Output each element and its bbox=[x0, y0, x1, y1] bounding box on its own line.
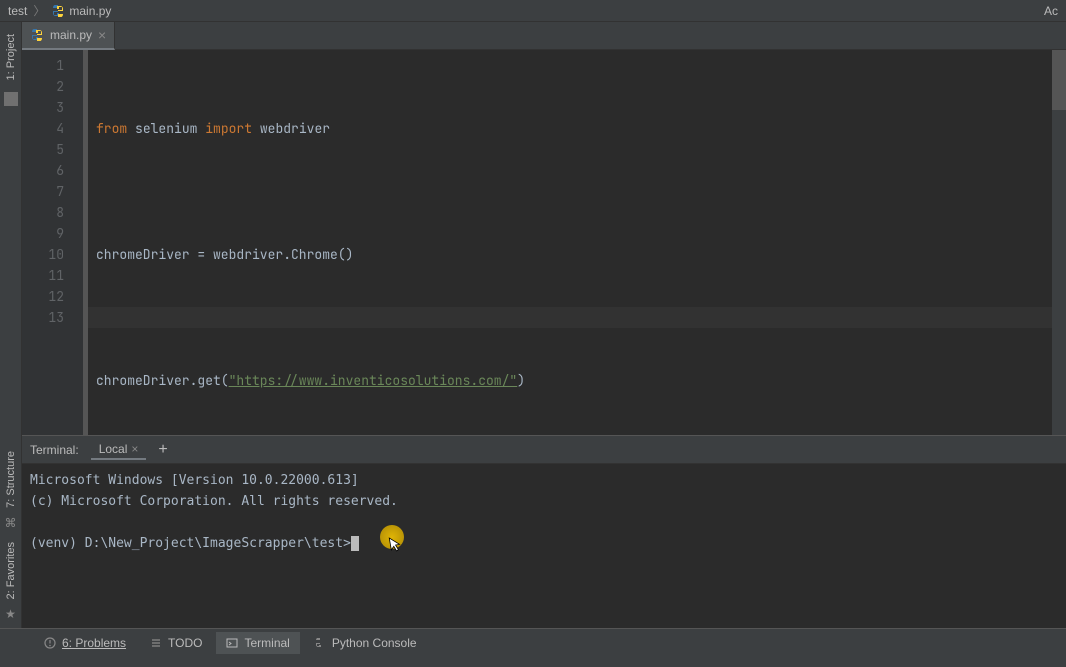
line-number: 1 bbox=[22, 55, 64, 76]
terminal-blank-line bbox=[30, 512, 1058, 533]
terminal-pane: Terminal: Local × + Microsoft Windows [V… bbox=[22, 435, 1066, 628]
line-number: 5 bbox=[22, 139, 64, 160]
terminal-tab-local[interactable]: Local × bbox=[91, 440, 147, 460]
status-todo-label: TODO bbox=[168, 636, 202, 650]
code-line bbox=[96, 433, 1052, 435]
editor-area: main.py × 1 2 3 4 5 6 7 8 9 10 11 12 13 bbox=[22, 22, 1066, 435]
terminal-cursor bbox=[351, 536, 359, 551]
status-terminal[interactable]: Terminal bbox=[216, 632, 299, 654]
terminal-body[interactable]: Microsoft Windows [Version 10.0.22000.61… bbox=[22, 464, 1066, 628]
sidebar-project-tab[interactable]: 1: Project bbox=[5, 34, 17, 80]
folder-icon bbox=[4, 92, 18, 106]
breadcrumb: test 〉 main.py Ac bbox=[0, 0, 1066, 22]
status-problems[interactable]: 6: Problems bbox=[34, 632, 136, 654]
line-number: 4 bbox=[22, 118, 64, 139]
line-number: 8 bbox=[22, 202, 64, 223]
breadcrumb-file[interactable]: main.py bbox=[51, 4, 111, 18]
tab-filename: main.py bbox=[50, 28, 92, 42]
editor-tabs: main.py × bbox=[22, 22, 1066, 50]
status-python-console[interactable]: Python Console bbox=[304, 632, 427, 654]
terminal-tab-label: Local bbox=[99, 442, 128, 456]
line-number: 9 bbox=[22, 223, 64, 244]
line-number-gutter: 1 2 3 4 5 6 7 8 9 10 11 12 13 bbox=[22, 50, 72, 435]
line-number: 7 bbox=[22, 181, 64, 202]
close-icon[interactable]: × bbox=[131, 442, 138, 456]
sidebar-structure-tab[interactable]: 7: Structure bbox=[5, 451, 17, 508]
code-area[interactable]: 1 2 3 4 5 6 7 8 9 10 11 12 13 from selen… bbox=[22, 50, 1066, 435]
terminal-header: Terminal: Local × + bbox=[22, 436, 1066, 464]
breadcrumb-root[interactable]: test bbox=[8, 4, 27, 18]
terminal-output-line: (c) Microsoft Corporation. All rights re… bbox=[30, 491, 1058, 512]
left-sidebar: 1: Project bbox=[0, 22, 22, 435]
status-bar: 6: Problems TODO Terminal Python Console bbox=[0, 628, 1066, 656]
terminal-prompt-line: (venv) D:\New_Project\ImageScrapper\test… bbox=[30, 533, 1058, 554]
line-number: 12 bbox=[22, 286, 64, 307]
line-number: 10 bbox=[22, 244, 64, 265]
status-python-console-label: Python Console bbox=[332, 636, 417, 650]
line-number: 11 bbox=[22, 265, 64, 286]
sidebar-favorites-tab[interactable]: 2: Favorites bbox=[5, 542, 17, 599]
gutter-bar bbox=[72, 50, 84, 435]
vertical-scrollbar[interactable] bbox=[1052, 50, 1066, 435]
status-todo[interactable]: TODO bbox=[140, 632, 212, 654]
code-line bbox=[96, 181, 1052, 202]
close-icon[interactable]: × bbox=[98, 27, 106, 43]
code-line: from selenium import webdriver bbox=[96, 118, 1052, 139]
status-problems-label: 6: Problems bbox=[62, 636, 126, 650]
python-icon bbox=[314, 637, 326, 649]
warning-icon bbox=[44, 637, 56, 649]
tab-main-py[interactable]: main.py × bbox=[22, 22, 115, 50]
terminal-icon bbox=[226, 637, 238, 649]
python-file-icon bbox=[51, 4, 65, 18]
line-number: 3 bbox=[22, 97, 64, 118]
code-line bbox=[96, 307, 1052, 328]
code-body[interactable]: from selenium import webdriver chromeDri… bbox=[88, 50, 1052, 435]
star-icon: ★ bbox=[5, 607, 16, 621]
code-line: chromeDriver.get("https://www.inventicos… bbox=[96, 370, 1052, 391]
terminal-label: Terminal: bbox=[30, 443, 79, 457]
top-right-truncated: Ac bbox=[1044, 4, 1058, 18]
breadcrumb-file-label: main.py bbox=[69, 4, 111, 18]
code-line: chromeDriver = webdriver.Chrome() bbox=[96, 244, 1052, 265]
breadcrumb-separator: 〉 bbox=[33, 2, 45, 19]
list-icon bbox=[150, 637, 162, 649]
scrollbar-thumb[interactable] bbox=[1052, 50, 1066, 110]
line-number: 2 bbox=[22, 76, 64, 97]
left-sidebar-lower: 7: Structure ⌘ 2: Favorites ★ bbox=[0, 435, 22, 628]
structure-icon: ⌘ bbox=[5, 516, 17, 530]
terminal-output-line: Microsoft Windows [Version 10.0.22000.61… bbox=[30, 470, 1058, 491]
add-terminal-button[interactable]: + bbox=[158, 441, 167, 459]
line-number: 6 bbox=[22, 160, 64, 181]
status-terminal-label: Terminal bbox=[244, 636, 289, 650]
line-number: 13 bbox=[22, 307, 64, 328]
python-file-icon bbox=[30, 28, 44, 42]
